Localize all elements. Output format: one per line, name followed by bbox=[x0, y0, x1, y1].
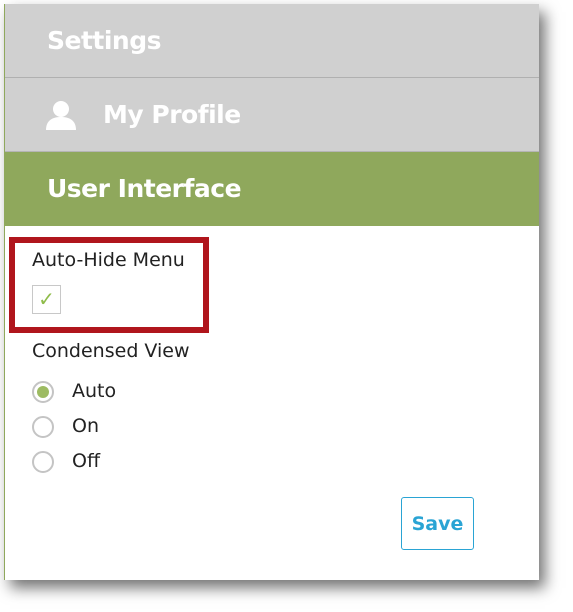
radio-label: On bbox=[72, 415, 99, 437]
nav-item-label: User Interface bbox=[47, 174, 242, 203]
nav-item-label: My Profile bbox=[103, 100, 241, 129]
user-icon bbox=[46, 101, 76, 130]
nav-item-user-interface[interactable]: User Interface bbox=[5, 152, 539, 226]
nav-item-my-profile[interactable]: My Profile bbox=[5, 78, 539, 152]
auto-hide-menu-checkbox[interactable]: ✓ bbox=[32, 285, 61, 314]
radio-button-on[interactable] bbox=[32, 416, 54, 438]
radio-label: Off bbox=[72, 450, 101, 472]
radio-button-off[interactable] bbox=[32, 451, 54, 473]
checkmark-icon: ✓ bbox=[38, 287, 55, 311]
auto-hide-menu-label: Auto-Hide Menu bbox=[32, 249, 185, 271]
condensed-view-label: Condensed View bbox=[32, 340, 190, 362]
settings-header: Settings bbox=[5, 4, 539, 78]
radio-button-auto[interactable] bbox=[32, 381, 54, 403]
settings-panel: Settings My Profile User Interface Auto-… bbox=[4, 4, 539, 580]
page-title: Settings bbox=[47, 26, 162, 55]
save-button[interactable]: Save bbox=[401, 497, 474, 550]
radio-label: Auto bbox=[72, 380, 117, 402]
